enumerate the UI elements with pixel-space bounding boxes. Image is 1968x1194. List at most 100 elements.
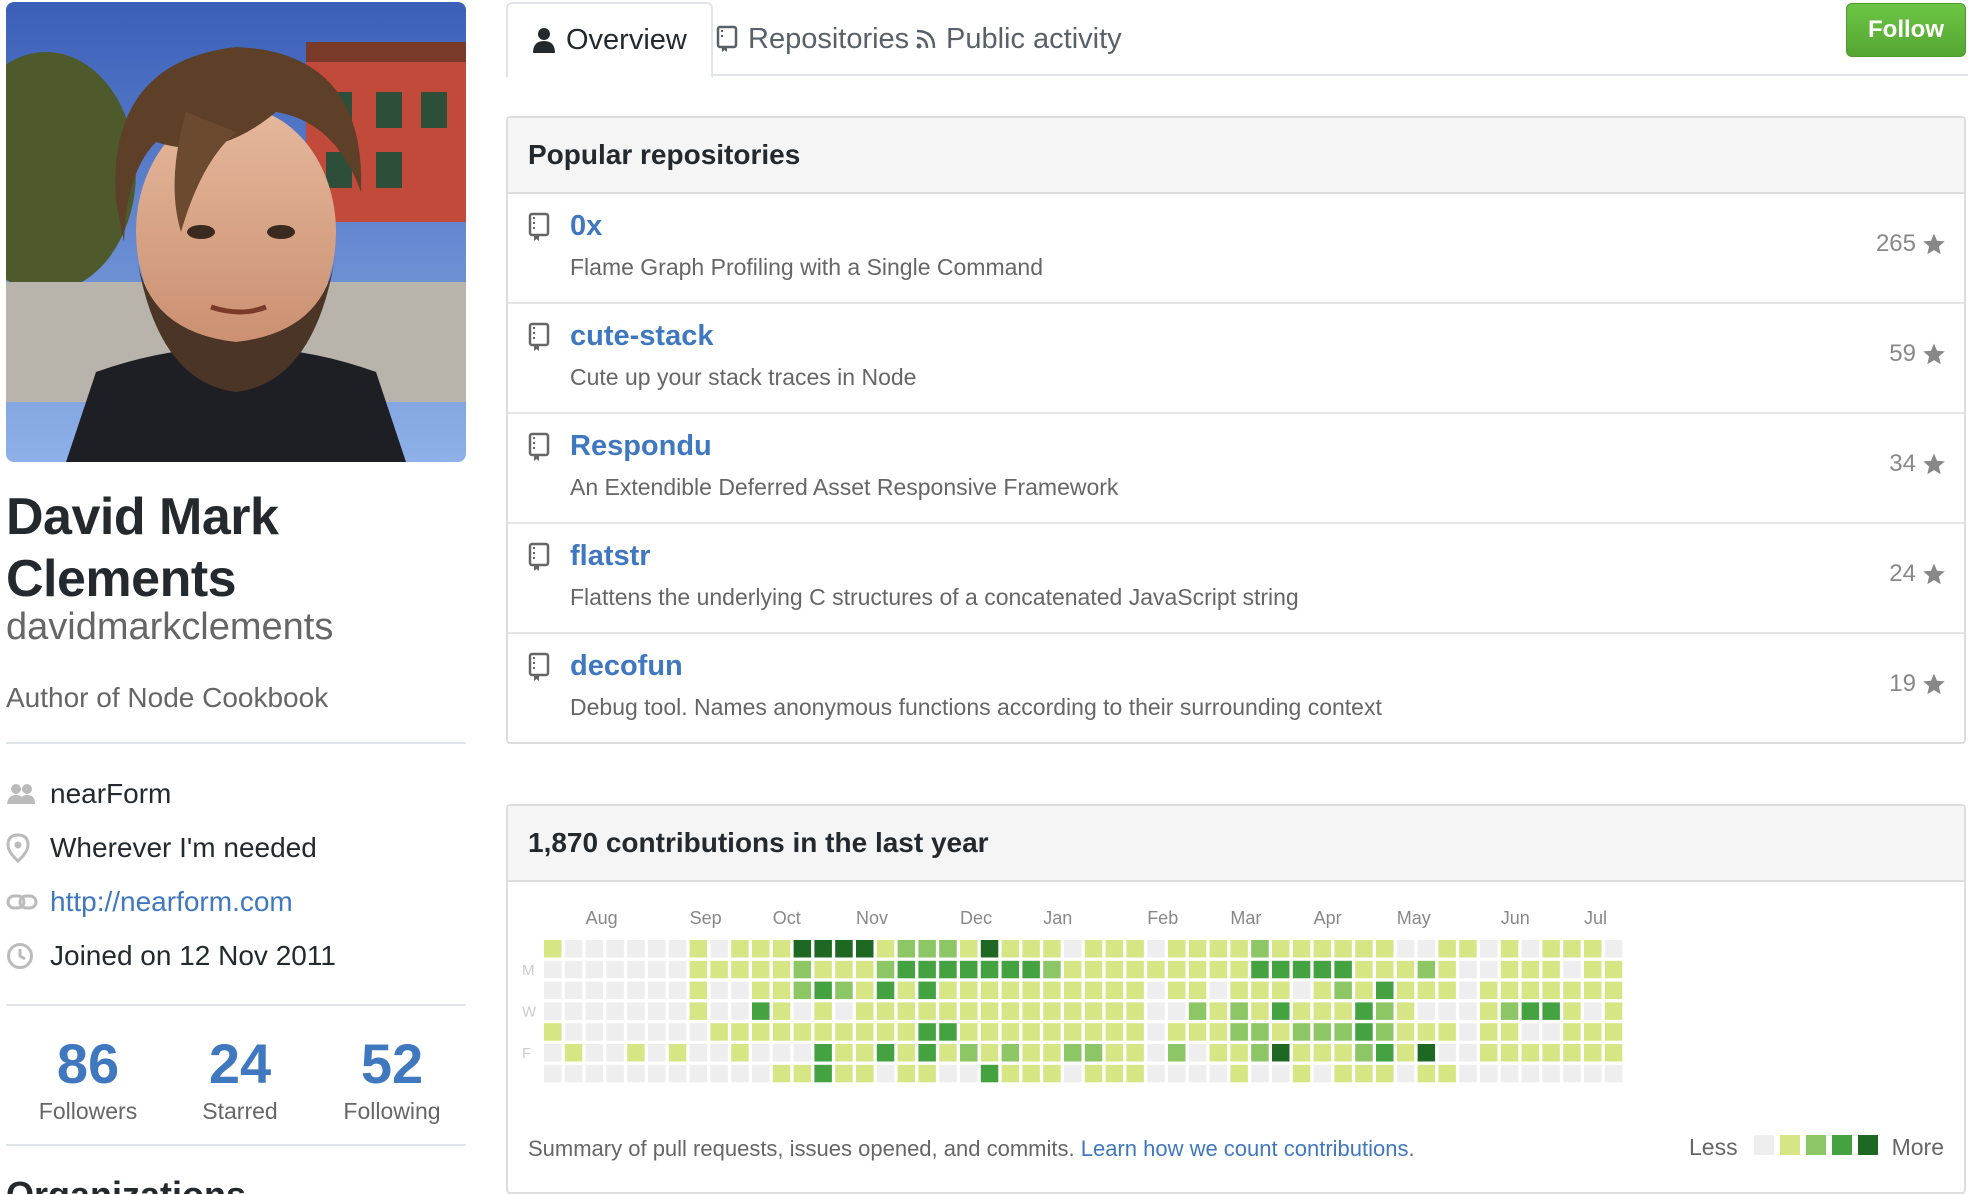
contribution-day[interactable] [1043, 1064, 1061, 1083]
contribution-day[interactable] [1084, 960, 1103, 979]
contribution-day[interactable] [564, 1023, 583, 1041]
contribution-day[interactable] [772, 1044, 791, 1062]
contribution-day[interactable] [918, 940, 936, 958]
contribution-day[interactable] [544, 940, 562, 958]
contribution-day[interactable] [1168, 1023, 1186, 1041]
contribution-day[interactable] [1355, 1023, 1373, 1041]
contribution-day[interactable] [1396, 1064, 1415, 1083]
contribution-day[interactable] [793, 1002, 812, 1020]
contribution-day[interactable] [627, 1044, 645, 1062]
contribution-day[interactable] [1064, 1023, 1082, 1041]
contribution-day[interactable] [1521, 1023, 1540, 1041]
contribution-day[interactable] [1209, 1064, 1228, 1083]
contribution-day[interactable] [544, 1064, 562, 1083]
contribution-day[interactable] [1542, 1064, 1560, 1083]
contribution-day[interactable] [1459, 1044, 1477, 1062]
contribution-day[interactable] [772, 981, 791, 1000]
contribution-day[interactable] [606, 1023, 624, 1041]
contribution-day[interactable] [1022, 940, 1040, 958]
contribution-day[interactable] [1563, 1002, 1581, 1020]
contribution-day[interactable] [1480, 940, 1498, 958]
contribution-day[interactable] [876, 1023, 895, 1041]
contribution-day[interactable] [1064, 1002, 1082, 1020]
contribution-day[interactable] [1084, 981, 1103, 1000]
contribution-day[interactable] [1251, 960, 1269, 979]
contribution-day[interactable] [1604, 1064, 1623, 1083]
contribution-day[interactable] [1272, 960, 1290, 979]
contribution-day[interactable] [1126, 1064, 1144, 1083]
contribution-day[interactable] [814, 940, 832, 958]
contribution-day[interactable] [960, 1002, 978, 1020]
contribution-day[interactable] [1001, 960, 1020, 979]
contribution-day[interactable] [1438, 940, 1456, 958]
contribution-day[interactable] [1521, 1044, 1540, 1062]
contribution-day[interactable] [1209, 1002, 1228, 1020]
contribution-day[interactable] [1563, 981, 1581, 1000]
contribution-day[interactable] [1168, 1002, 1186, 1020]
contribution-day[interactable] [564, 981, 583, 1000]
contribution-day[interactable] [1417, 940, 1436, 958]
contribution-day[interactable] [1043, 960, 1061, 979]
contribution-day[interactable] [1292, 940, 1311, 958]
repo-name-link[interactable]: cute-stack [570, 320, 713, 353]
contribution-day[interactable] [668, 1064, 687, 1083]
contribution-day[interactable] [1459, 1023, 1477, 1041]
contribution-day[interactable] [710, 960, 728, 979]
contribution-day[interactable] [1209, 960, 1228, 979]
contribution-day[interactable] [939, 960, 957, 979]
contribution-day[interactable] [1313, 940, 1332, 958]
contribution-day[interactable] [1313, 981, 1332, 1000]
contribution-day[interactable] [564, 1002, 583, 1020]
contribution-day[interactable] [918, 1044, 936, 1062]
contribution-day[interactable] [627, 981, 645, 1000]
contribution-day[interactable] [1417, 1044, 1436, 1062]
contribution-day[interactable] [876, 940, 895, 958]
contribution-day[interactable] [1604, 1044, 1623, 1062]
contribution-day[interactable] [772, 940, 791, 958]
contribution-day[interactable] [1480, 1064, 1498, 1083]
contribution-day[interactable] [1313, 1064, 1332, 1083]
contribution-day[interactable] [1251, 1064, 1269, 1083]
contribution-day[interactable] [1480, 1023, 1498, 1041]
contribution-day[interactable] [960, 940, 978, 958]
contribution-day[interactable] [939, 981, 957, 1000]
contribution-day[interactable] [1230, 1064, 1248, 1083]
contribution-day[interactable] [1563, 1023, 1581, 1041]
contribution-day[interactable] [1230, 1023, 1248, 1041]
contribution-day[interactable] [1459, 1002, 1477, 1020]
contribution-day[interactable] [668, 1044, 687, 1062]
contribution-day[interactable] [668, 960, 687, 979]
contribution-day[interactable] [1584, 981, 1602, 1000]
contribution-day[interactable] [752, 1002, 770, 1020]
contribution-day[interactable] [876, 1002, 895, 1020]
contribution-day[interactable] [1251, 940, 1269, 958]
contribution-day[interactable] [1438, 1023, 1456, 1041]
contribution-day[interactable] [731, 1023, 749, 1041]
contribution-day[interactable] [1105, 981, 1124, 1000]
contribution-day[interactable] [606, 1002, 624, 1020]
contribution-day[interactable] [710, 1044, 728, 1062]
contribution-day[interactable] [627, 1002, 645, 1020]
contribution-day[interactable] [1542, 960, 1560, 979]
contribution-day[interactable] [1313, 1002, 1332, 1020]
contribution-day[interactable] [544, 1044, 562, 1062]
contribution-day[interactable] [1500, 981, 1519, 1000]
contribution-day[interactable] [1292, 1023, 1311, 1041]
contribution-day[interactable] [668, 981, 687, 1000]
contribution-day[interactable] [1168, 1064, 1186, 1083]
contribution-day[interactable] [689, 1044, 708, 1062]
contribution-day[interactable] [1542, 1023, 1560, 1041]
contribution-day[interactable] [1292, 1002, 1311, 1020]
contribution-day[interactable] [1272, 981, 1290, 1000]
contribution-day[interactable] [1376, 1044, 1394, 1062]
contribution-day[interactable] [939, 1064, 957, 1083]
contribution-day[interactable] [544, 1002, 562, 1020]
contribution-day[interactable] [1438, 1064, 1456, 1083]
contribution-day[interactable] [1292, 1044, 1311, 1062]
contribution-day[interactable] [1168, 940, 1186, 958]
contribution-day[interactable] [689, 1023, 708, 1041]
contribution-day[interactable] [1272, 1064, 1290, 1083]
contribution-day[interactable] [960, 981, 978, 1000]
contribution-day[interactable] [752, 981, 770, 1000]
contribution-day[interactable] [544, 1023, 562, 1041]
